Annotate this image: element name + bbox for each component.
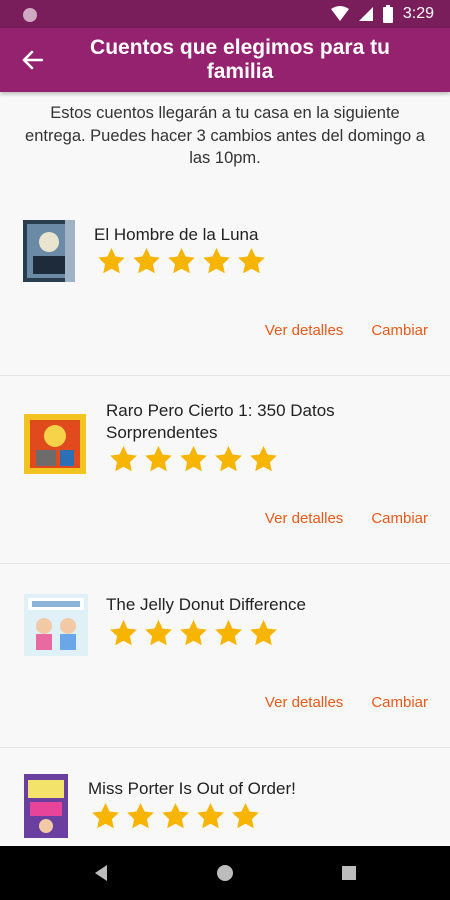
status-icons: 3:29: [330, 5, 434, 23]
circle-home-icon: [217, 865, 233, 881]
star-icon: [133, 247, 160, 274]
star-icon: [98, 247, 125, 274]
arrow-back-icon: [22, 50, 43, 70]
book-title: Raro Pero Cierto 1: 350 Datos Sorprenden…: [106, 401, 335, 442]
view-details-button[interactable]: Ver detalles: [265, 322, 343, 339]
book-actions: Ver detalles Cambiar: [265, 510, 428, 527]
app-bar: Cuentos que elegimos para tu familia: [0, 28, 450, 92]
star-icon: [250, 445, 277, 472]
star-icon: [145, 445, 172, 472]
back-button[interactable]: [14, 44, 50, 76]
star-icon: [168, 247, 195, 274]
star-icon: [145, 619, 172, 646]
book-card: Miss Porter Is Out of Order!: [0, 748, 450, 846]
change-button[interactable]: Cambiar: [371, 322, 428, 339]
square-recents-icon: [342, 866, 356, 880]
book-card: El Hombre de la Luna Ver detalles Cambia…: [0, 190, 450, 376]
intro-text: Estos cuentos llegarán a tu casa en la s…: [25, 104, 425, 167]
nav-back-button[interactable]: [87, 859, 115, 887]
book-actions: Ver detalles Cambiar: [265, 694, 428, 711]
star-icon: [232, 802, 259, 829]
nav-recents-button[interactable]: [335, 859, 363, 887]
system-nav-bar: [0, 846, 450, 900]
book-cover-image[interactable]: [24, 774, 68, 838]
book-title: El Hombre de la Luna: [94, 225, 259, 244]
status-time: 3:29: [402, 5, 434, 22]
book-actions: Ver detalles Cambiar: [265, 322, 428, 339]
notification-dot-icon: [23, 8, 37, 22]
page-title: Cuentos que elegimos para tu familia: [90, 36, 390, 83]
view-details-button[interactable]: Ver detalles: [265, 694, 343, 711]
nav-home-button[interactable]: [211, 859, 239, 887]
star-icon: [215, 445, 242, 472]
star-icon: [110, 619, 137, 646]
change-button[interactable]: Cambiar: [371, 694, 428, 711]
cell-signal-icon: [358, 7, 373, 21]
star-icon: [127, 802, 154, 829]
book-title: Miss Porter Is Out of Order!: [88, 779, 296, 798]
star-icon: [162, 802, 189, 829]
battery-icon: [382, 5, 393, 23]
book-cover-image[interactable]: [23, 220, 75, 282]
book-title: The Jelly Donut Difference: [106, 595, 307, 614]
status-bar: 3:29: [0, 0, 450, 28]
star-icon: [197, 802, 224, 829]
star-icon: [215, 619, 242, 646]
star-icon: [203, 247, 230, 274]
book-cover-image[interactable]: [24, 594, 88, 656]
star-rating: [108, 444, 279, 475]
star-icon: [92, 802, 119, 829]
book-card: Raro Pero Cierto 1: 350 Datos Sorprenden…: [0, 376, 450, 564]
star-icon: [180, 619, 207, 646]
book-card: The Jelly Donut Difference Ver detalles …: [0, 564, 450, 748]
star-icon: [180, 445, 207, 472]
star-icon: [238, 247, 265, 274]
star-icon: [110, 445, 137, 472]
triangle-back-icon: [95, 865, 107, 881]
star-icon: [250, 619, 277, 646]
change-button[interactable]: Cambiar: [371, 510, 428, 527]
view-details-button[interactable]: Ver detalles: [265, 510, 343, 527]
wifi-icon: [330, 6, 349, 21]
book-cover-image[interactable]: [24, 414, 86, 474]
star-rating: [96, 246, 267, 277]
star-rating: [90, 801, 261, 832]
star-rating: [108, 618, 279, 649]
